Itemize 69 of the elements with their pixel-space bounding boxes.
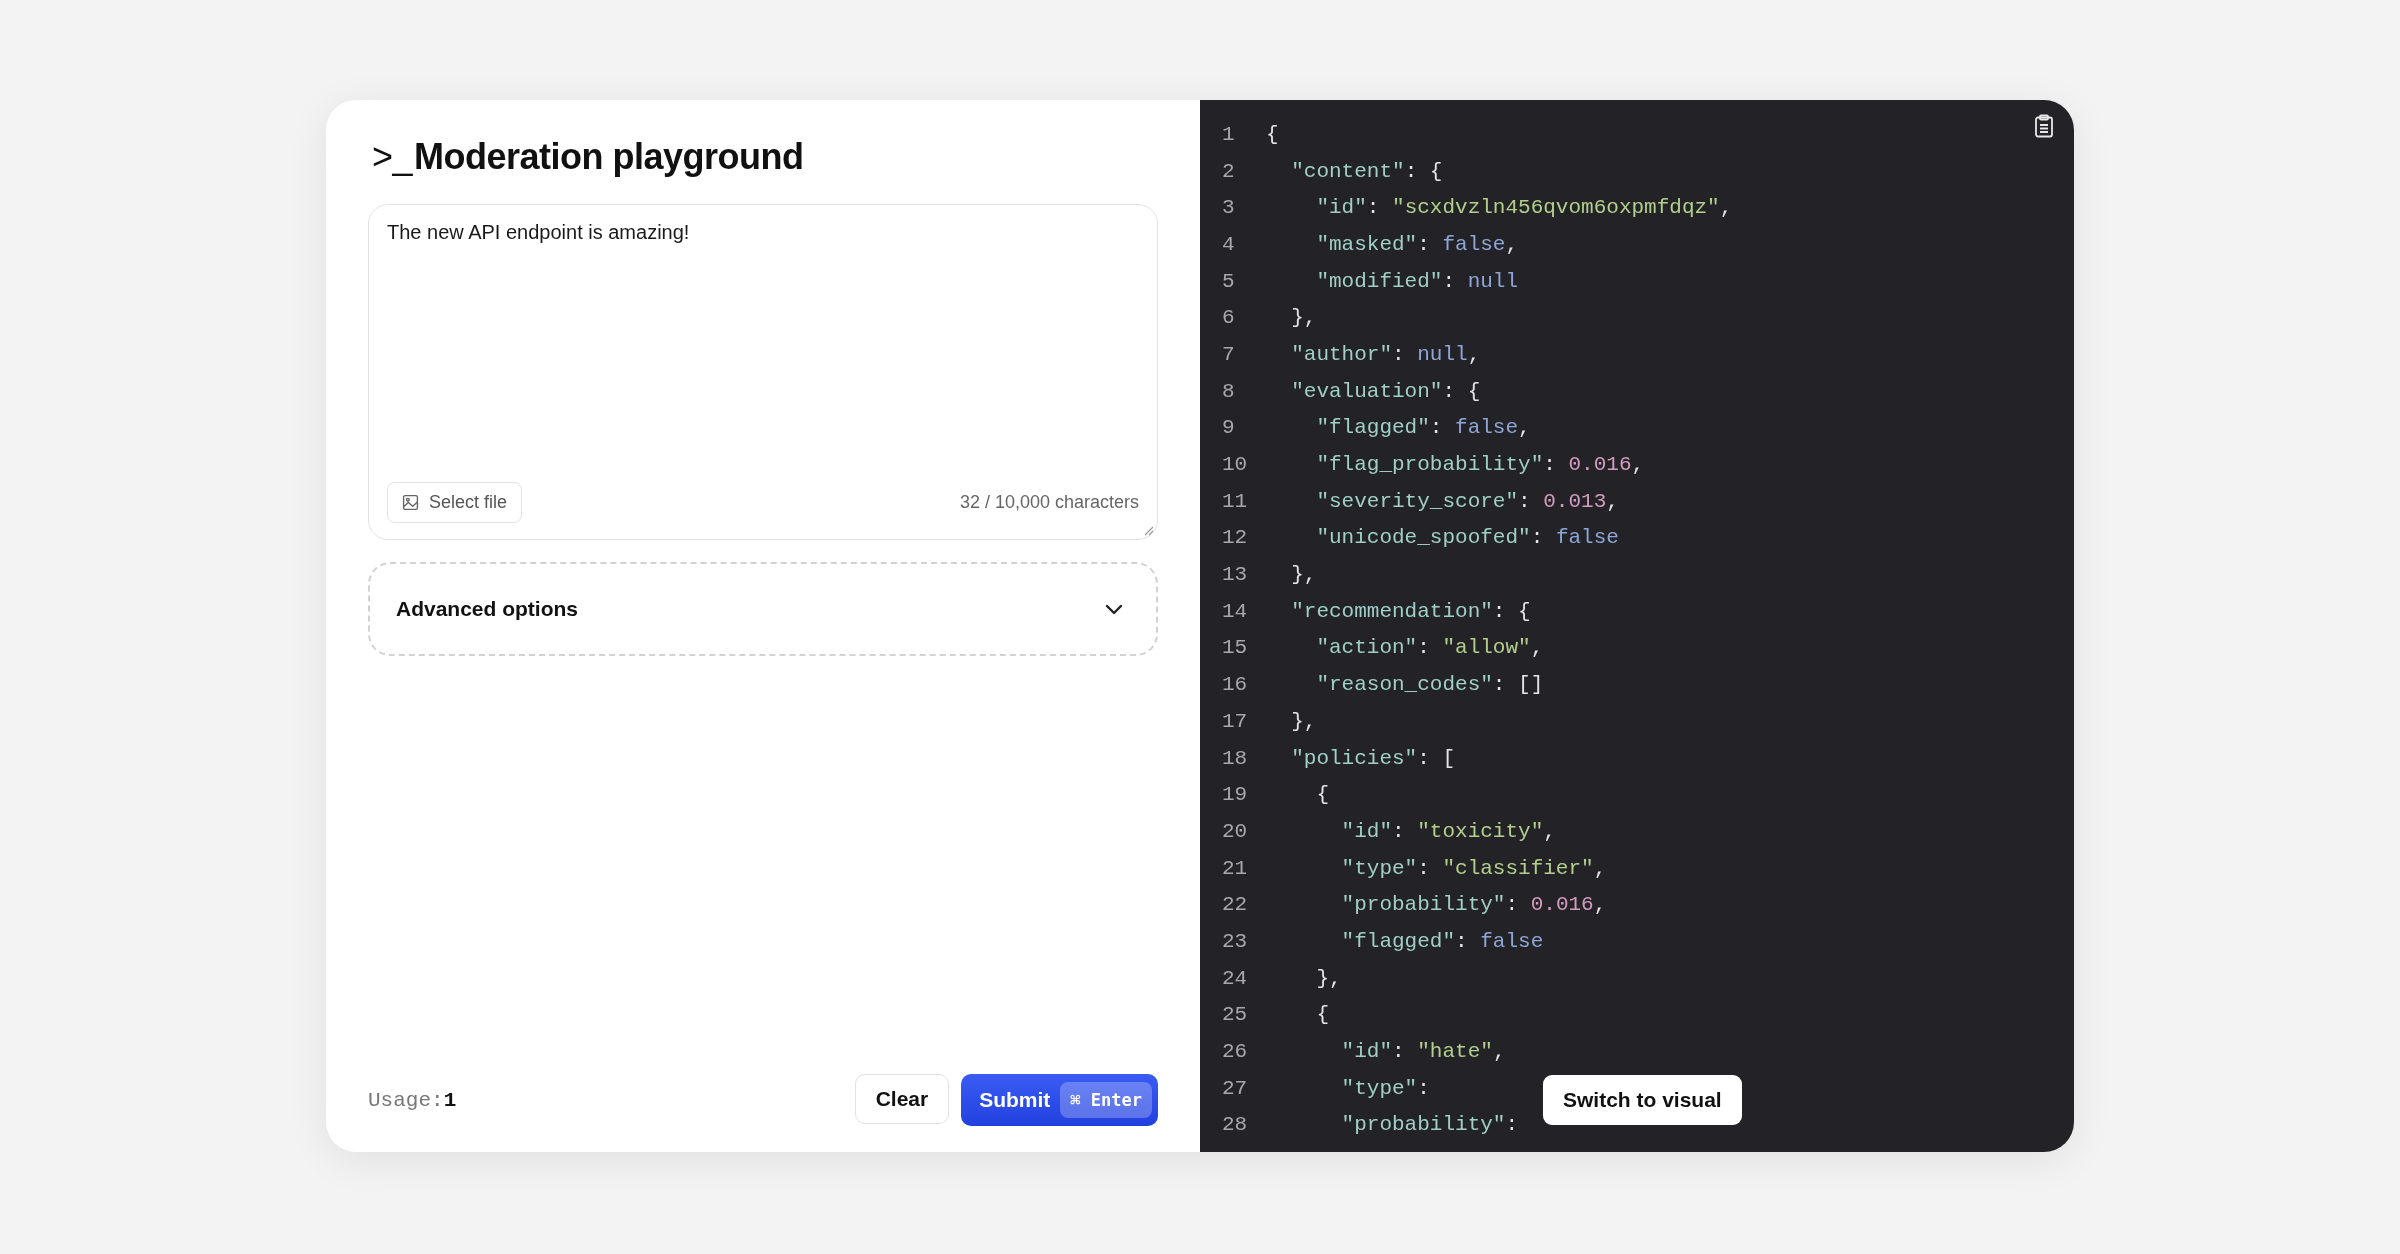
line-number: 1	[1221, 122, 1236, 146]
text-input-field[interactable]: The new API endpoint is amazing! Select file 32 / 10,000 characters	[368, 204, 1158, 540]
code-line: "evaluation": {	[1290, 379, 1481, 403]
clear-button[interactable]: Clear	[854, 1074, 950, 1124]
line-number: 24	[1221, 966, 1249, 990]
line-number: 15	[1221, 636, 1249, 660]
code-line: "severity_score": 0.013,	[1315, 489, 1619, 513]
resize-handle-icon[interactable]	[1142, 524, 1154, 536]
code-line: "unicode_spoofed": false	[1315, 526, 1619, 550]
line-number: 19	[1221, 783, 1249, 807]
code-line: "content": {	[1290, 159, 1443, 183]
submit-button[interactable]: Submit ⌘ Enter	[961, 1074, 1158, 1126]
select-file-button[interactable]: Select file	[387, 482, 523, 523]
code-line: },	[1290, 306, 1317, 330]
code-line: },	[1315, 966, 1342, 990]
code-line: "masked": false,	[1315, 232, 1519, 256]
advanced-options-toggle[interactable]: Advanced options	[368, 562, 1158, 656]
image-icon	[402, 494, 419, 511]
line-number: 23	[1221, 929, 1249, 953]
line-number: 9	[1221, 416, 1236, 440]
code-line: "policies": [	[1290, 746, 1456, 770]
code-line: "type": "classifier",	[1340, 856, 1607, 880]
line-number: 10	[1221, 453, 1249, 477]
code-line: {	[1315, 783, 1329, 807]
line-number: 18	[1221, 746, 1249, 770]
code-line: "flagged": false	[1340, 929, 1544, 953]
clipboard-icon[interactable]	[2034, 114, 2054, 138]
code-line: "type":	[1340, 1076, 1431, 1100]
page-title: >_Moderation playground	[372, 136, 805, 178]
line-number: 28	[1221, 1113, 1249, 1137]
code-line: "reason_codes": []	[1315, 673, 1544, 697]
line-number: 12	[1221, 526, 1249, 550]
code-line: "id": "toxicity",	[1340, 819, 1556, 843]
code-line: "probability": 0.016,	[1340, 893, 1607, 917]
line-number: 20	[1221, 819, 1249, 843]
code-line: "id": "hate",	[1340, 1040, 1506, 1064]
line-number: 13	[1221, 563, 1249, 587]
line-number: 11	[1221, 489, 1249, 513]
line-number: 8	[1221, 379, 1236, 403]
code-line: "id": "scxdvzln456qvom6oxpmfdqz",	[1315, 196, 1733, 220]
code-line: "flagged": false,	[1315, 416, 1531, 440]
code-line: },	[1290, 563, 1317, 587]
code-line: {	[1266, 122, 1279, 146]
line-number: 5	[1221, 269, 1236, 293]
character-counter: 32 / 10,000 characters	[959, 492, 1139, 513]
line-number: 27	[1221, 1076, 1249, 1100]
line-number: 16	[1221, 673, 1249, 697]
code-line: {	[1315, 1003, 1329, 1027]
code-line: "action": "allow",	[1315, 636, 1544, 660]
line-number: 4	[1221, 232, 1236, 256]
line-number: 21	[1221, 856, 1249, 880]
switch-to-visual-button[interactable]: Switch to visual	[1543, 1075, 1742, 1125]
line-number: 26	[1221, 1040, 1249, 1064]
code-line: },	[1290, 709, 1317, 733]
line-number: 17	[1221, 709, 1249, 733]
line-number: 25	[1221, 1003, 1249, 1027]
line-number: 7	[1221, 342, 1236, 366]
line-number: 22	[1221, 893, 1249, 917]
usage-count: Usage:1	[368, 1088, 457, 1112]
line-number: 14	[1221, 599, 1249, 623]
code-line: "flag_probability": 0.016,	[1315, 453, 1645, 477]
line-number: 2	[1221, 159, 1236, 183]
line-number: 6	[1221, 306, 1236, 330]
code-line: "probability":	[1340, 1113, 1520, 1137]
keyboard-shortcut: ⌘ Enter	[1060, 1082, 1152, 1118]
line-number: 3	[1221, 196, 1236, 220]
code-line: "author": null,	[1290, 342, 1481, 366]
code-line: "recommendation": {	[1290, 599, 1531, 623]
code-line: "modified": null	[1315, 269, 1519, 293]
